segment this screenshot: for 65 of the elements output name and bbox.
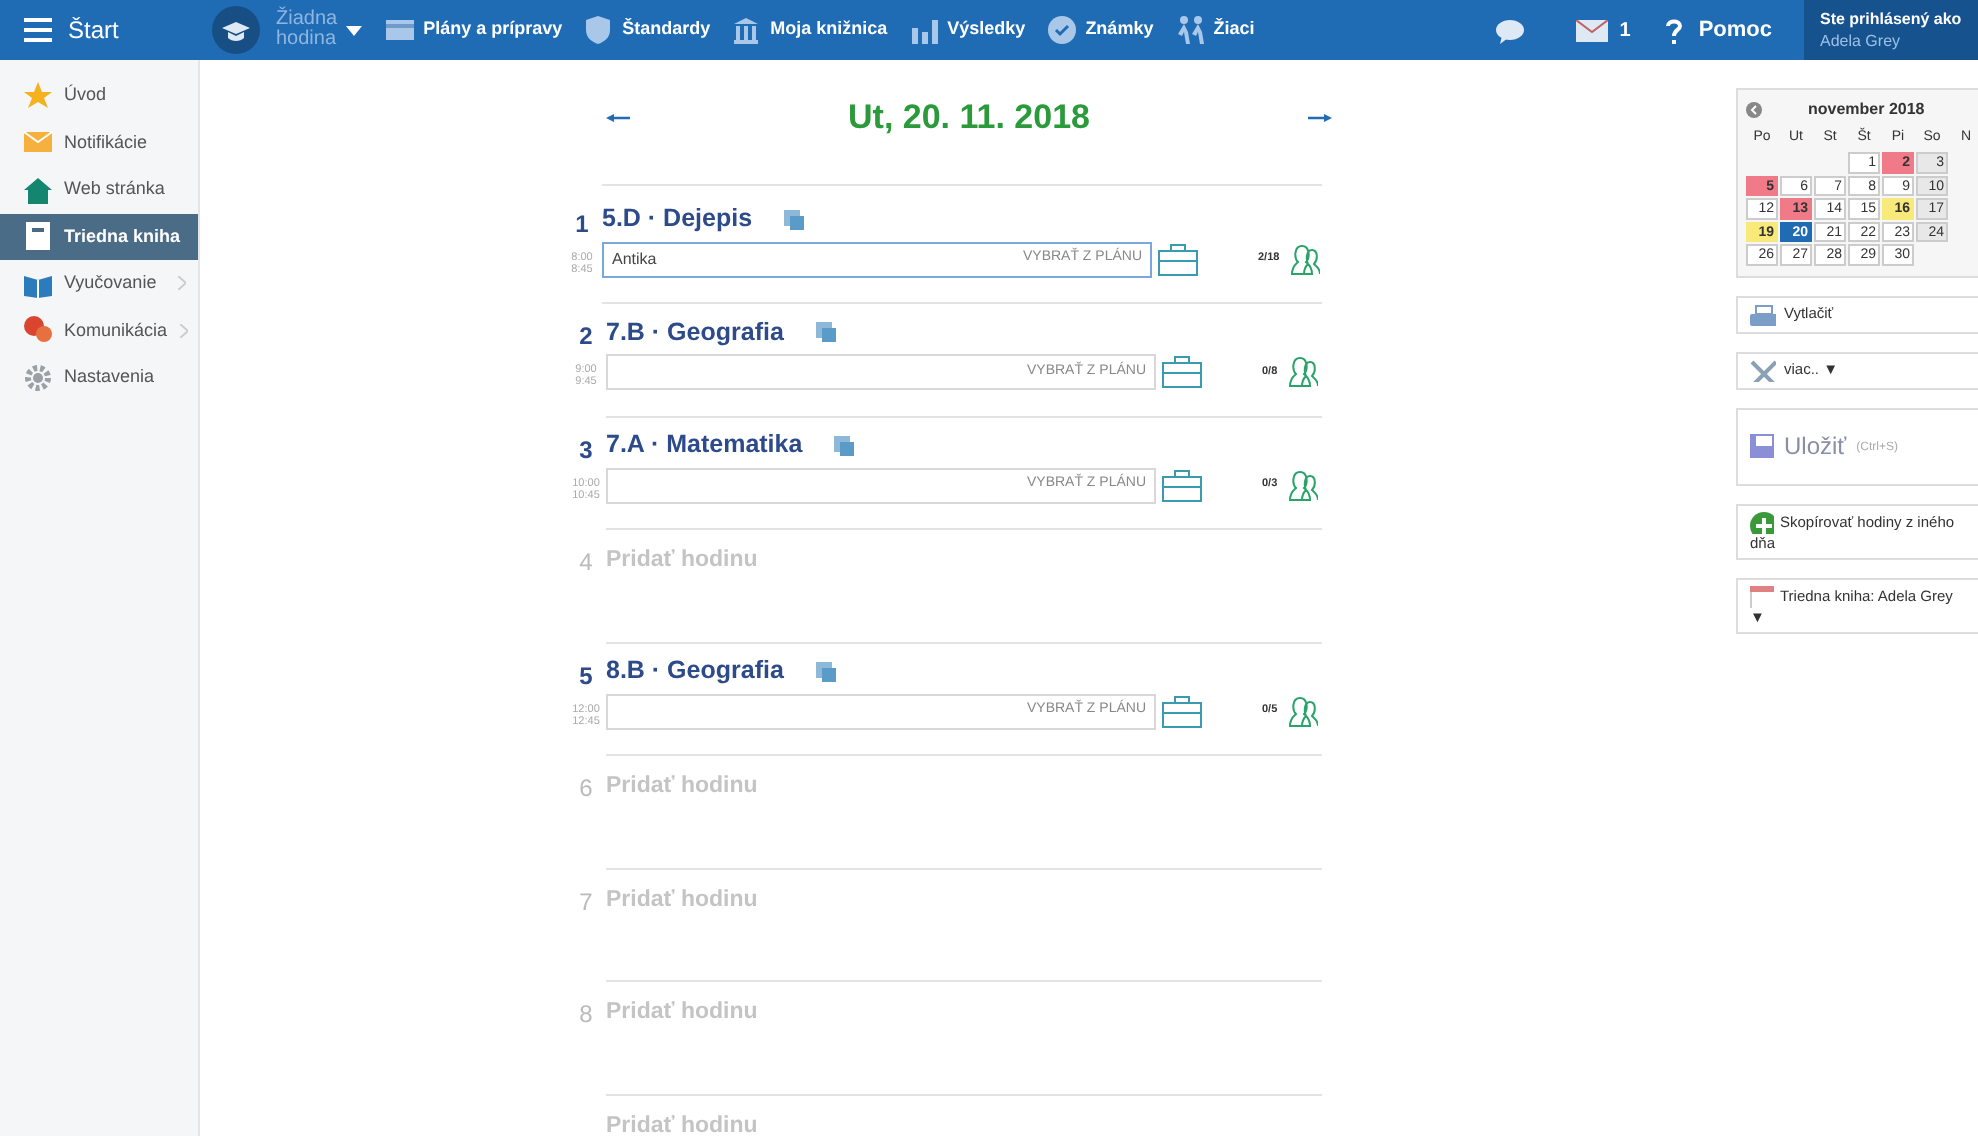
briefcase-icon <box>1162 356 1202 388</box>
copy-icon <box>834 435 855 455</box>
sidebar-item[interactable]: Komunikácia <box>0 307 198 354</box>
notebook-icon <box>24 222 52 251</box>
sidebar-item[interactable]: Notifikácie <box>0 119 198 166</box>
sidebar-item[interactable]: Web stránka <box>0 166 198 213</box>
lesson-title[interactable]: 7.A · Matematika <box>606 426 803 464</box>
user-caption: Ste prihlásený ako <box>1820 8 1964 30</box>
nav-link[interactable]: Výsledky <box>909 16 1026 44</box>
previous-month-icon <box>1746 102 1762 118</box>
date-title: Ut, 20. 11. 2018 <box>848 96 1090 140</box>
nav-link[interactable]: Plány a prípravy <box>385 16 563 44</box>
caret-icon <box>345 25 362 35</box>
sidebar-item[interactable]: Nastavenia <box>0 354 198 401</box>
envelope-icon <box>24 128 52 157</box>
nav-link[interactable]: Štandardy <box>584 16 711 44</box>
lesson-title[interactable]: 5.D · Dejepis <box>602 200 753 238</box>
sidebar-item[interactable]: Triedna kniha <box>0 213 198 260</box>
house-icon <box>24 175 52 204</box>
month-title: november 2018 <box>1808 98 1925 122</box>
envelope-icon <box>1575 19 1608 41</box>
lesson-number: 1 <box>575 207 589 241</box>
nav-link[interactable]: Žiaci <box>1175 16 1255 44</box>
graduation-cap-icon <box>212 6 260 54</box>
lesson-number: 5 <box>579 659 593 693</box>
arrow-right-icon <box>1307 113 1332 122</box>
shield-icon <box>584 16 615 44</box>
printer-icon <box>1750 303 1776 325</box>
lesson-number: 4 <box>579 546 593 580</box>
briefcase-icon <box>1158 243 1198 275</box>
plus-circle-icon <box>1750 511 1774 533</box>
sidebar-item[interactable]: Úvod <box>0 72 198 119</box>
lesson-number: 7 <box>579 885 593 919</box>
help-button[interactable]: Pomoc <box>1666 13 1772 47</box>
lesson-number: 2 <box>579 320 593 354</box>
menu-icon <box>24 18 52 42</box>
folder-icon <box>385 16 416 44</box>
chat-icon <box>1495 17 1528 43</box>
lesson-title[interactable]: 7.B · Geografia <box>606 313 784 351</box>
lesson-number: 6 <box>579 772 593 806</box>
chat-bubbles-icon <box>24 316 52 345</box>
user-name: Adela Grey <box>1820 30 1903 52</box>
briefcase-icon <box>1162 695 1202 727</box>
check-badge-icon <box>1047 16 1078 44</box>
lesson-number: 3 <box>579 433 593 467</box>
bar-chart-icon <box>909 16 940 44</box>
briefcase-icon <box>1162 469 1202 501</box>
copy-icon <box>815 661 836 681</box>
lesson-number: 8 <box>579 998 593 1032</box>
user-panel[interactable]: Ste prihlásený ako Adela Grey <box>1804 0 1978 60</box>
star-icon <box>24 81 52 110</box>
gear-icon <box>24 363 52 392</box>
nav-link[interactable]: Známky <box>1047 16 1154 44</box>
nav-link[interactable]: Moja knižnica <box>732 16 888 44</box>
copy-icon <box>815 322 836 342</box>
columns-icon <box>732 16 763 44</box>
floppy-icon <box>1750 434 1774 458</box>
people-icon <box>1175 16 1206 44</box>
messages-button[interactable]: 1 <box>1575 15 1631 45</box>
copy-icon <box>784 209 805 229</box>
start-link[interactable]: Štart <box>68 12 119 48</box>
question-icon <box>1666 17 1683 43</box>
lesson-title[interactable]: 8.B · Geografia <box>606 652 784 690</box>
sidebar-item[interactable]: Vyučovanie <box>0 260 198 307</box>
arrow-left-icon <box>606 113 630 122</box>
